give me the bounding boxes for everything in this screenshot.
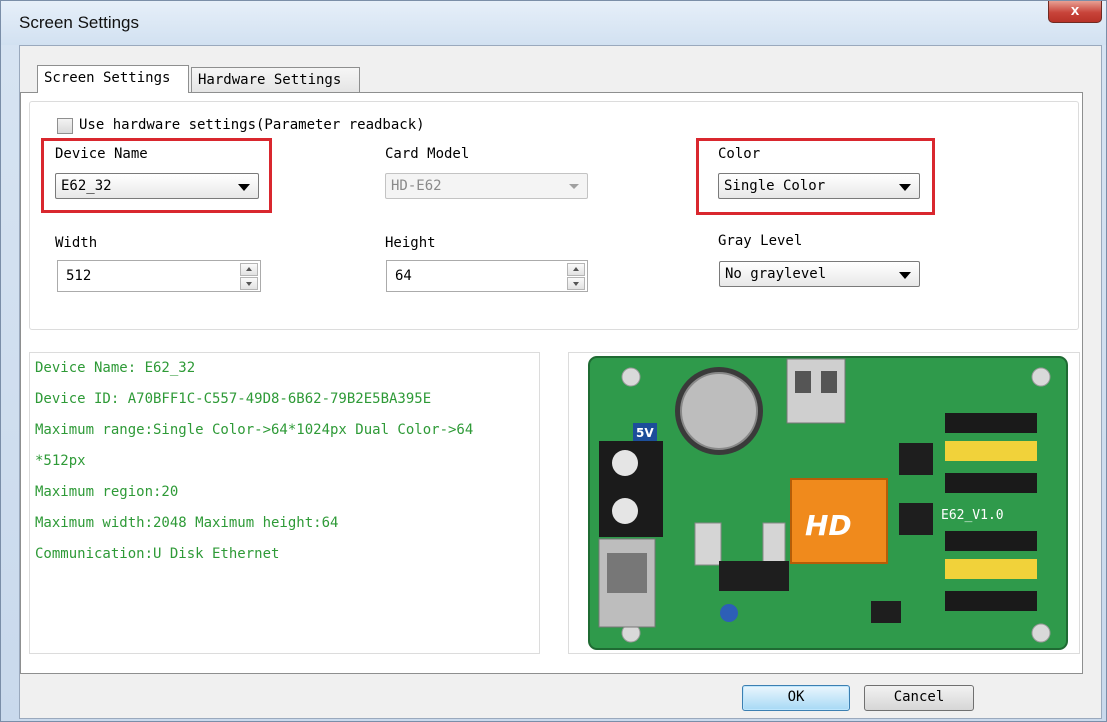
tab-page-screen-settings: Use hardware settings(Parameter readback… <box>20 92 1083 674</box>
info-max-size: Maximum width:2048 Maximum height:64 <box>35 515 339 531</box>
arrow-down-icon <box>573 282 579 286</box>
chevron-down-icon <box>899 272 911 279</box>
silkscreen-model: E62_V1.0 <box>941 508 1004 523</box>
device-name-highlight <box>41 138 272 213</box>
width-increment-button[interactable] <box>240 263 258 276</box>
board-logo-text: HD <box>805 509 852 542</box>
card-model-value: HD-E62 <box>391 178 442 194</box>
window-title: Screen Settings <box>19 13 140 32</box>
arrow-up-icon <box>246 267 252 271</box>
cancel-button[interactable]: Cancel <box>864 685 974 711</box>
height-spinbox[interactable] <box>386 260 588 292</box>
color-highlight <box>696 138 935 215</box>
gray-level-select[interactable]: No graylevel <box>719 261 920 287</box>
info-max-range: Maximum range:Single Color->64*1024px Du… <box>35 422 474 438</box>
width-decrement-button[interactable] <box>240 277 258 290</box>
device-info-panel: Device Name: E62_32 Device ID: A70BFF1C-… <box>29 352 540 654</box>
title-bar: Screen Settings x <box>1 1 1106 45</box>
width-label: Width <box>55 235 98 251</box>
close-button[interactable]: x <box>1048 1 1102 23</box>
info-max-region: Maximum region:20 <box>35 484 179 500</box>
height-decrement-button[interactable] <box>567 277 585 290</box>
height-input[interactable] <box>387 261 561 291</box>
controller-board-image-panel: 5V HD E62_V1.0 <box>568 352 1080 654</box>
screen-settings-window: Screen Settings x Screen Settings Hardwa… <box>0 0 1107 722</box>
gray-level-value: No graylevel <box>725 266 827 282</box>
height-label: Height <box>385 235 436 251</box>
width-input[interactable] <box>58 261 234 291</box>
arrow-down-icon <box>246 282 252 286</box>
controller-board-image: 5V HD E62_V1.0 <box>588 356 1068 650</box>
use-hardware-settings-label: Use hardware settings(Parameter readback… <box>79 117 425 133</box>
card-model-label: Card Model <box>385 146 470 162</box>
dialog-client-area: Screen Settings Hardware Settings Use ha… <box>19 45 1102 719</box>
settings-group <box>29 101 1079 330</box>
ok-button[interactable]: OK <box>742 685 850 711</box>
use-hardware-settings-checkbox[interactable] <box>57 118 73 134</box>
chevron-down-icon <box>569 184 579 189</box>
info-max-range-cont: *512px <box>35 453 86 469</box>
silkscreen-5v: 5V <box>636 426 654 440</box>
arrow-up-icon <box>573 267 579 271</box>
tab-screen-settings[interactable]: Screen Settings <box>37 65 189 93</box>
width-spinbox[interactable] <box>57 260 261 292</box>
info-device-id: Device ID: A70BFF1C-C557-49D8-6B62-79B2E… <box>35 391 432 407</box>
card-model-select: HD-E62 <box>385 173 588 199</box>
info-communication: Communication:U Disk Ethernet <box>35 546 280 562</box>
height-increment-button[interactable] <box>567 263 585 276</box>
tab-hardware-settings[interactable]: Hardware Settings <box>191 67 360 93</box>
gray-level-label: Gray Level <box>718 233 803 249</box>
info-device-name: Device Name: E62_32 <box>35 360 196 376</box>
